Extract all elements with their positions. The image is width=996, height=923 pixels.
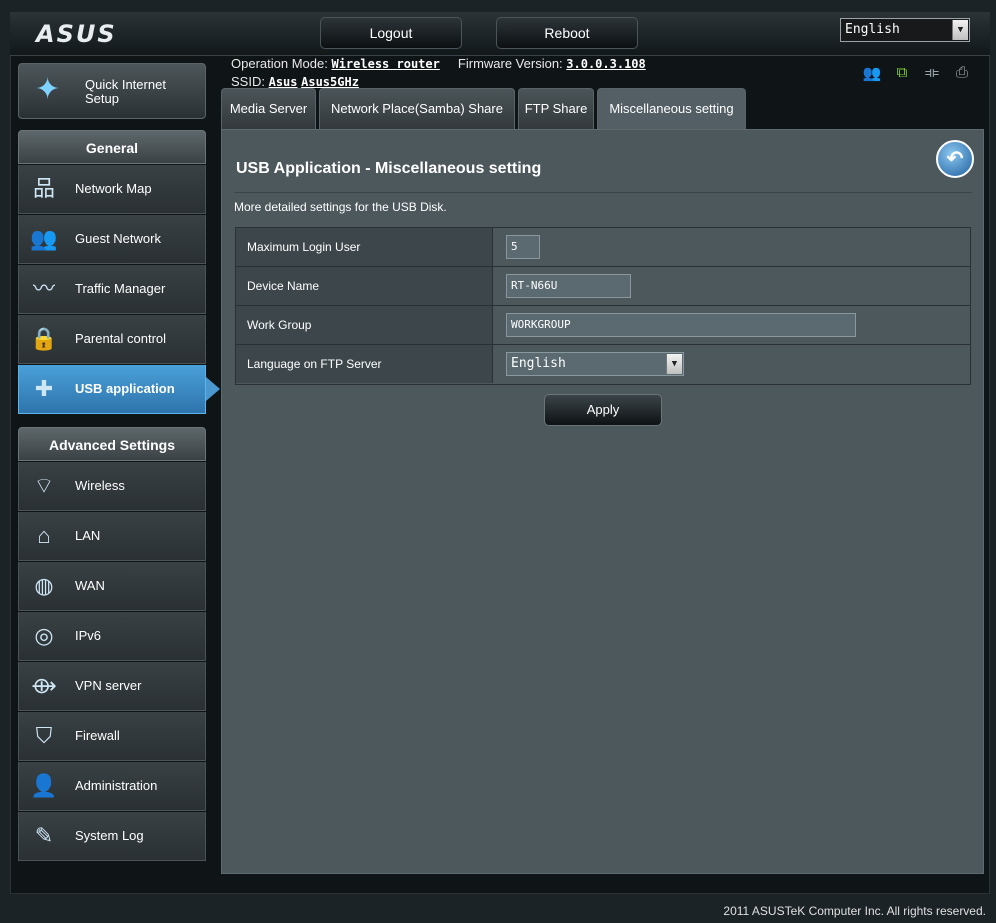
table-row: Language on FTP Server English ▼ — [236, 345, 970, 384]
sidebar-item-label: WAN — [75, 578, 105, 593]
ftp-language-select[interactable]: English ▼ — [506, 352, 684, 376]
sidebar-item-label: Administration — [75, 778, 158, 793]
field-cell: RT-N66U — [494, 267, 970, 305]
asus-logo: ASUS — [36, 20, 117, 48]
network-map-icon: 品 — [32, 176, 55, 201]
field-cell: English ▼ — [494, 345, 970, 383]
table-row: Work Group WORKGROUP — [236, 306, 970, 345]
status-icons: 👥 ⧉ ⟚ ⎙ — [862, 64, 972, 82]
sidebar-item-network-map[interactable]: 品 Network Map — [18, 165, 206, 214]
ftp-language-label: Language on FTP Server — [236, 345, 493, 383]
sidebar-item-label: Network Map — [75, 181, 152, 196]
table-row: Device Name RT-N66U — [236, 267, 970, 306]
field-cell: WORKGROUP — [494, 306, 970, 344]
field-cell: 5 — [494, 228, 970, 266]
firmware-label: Firmware Version: — [457, 56, 563, 71]
quick-setup-label: Quick Internet Setup — [85, 77, 166, 106]
page-title: USB Application - Miscellaneous setting — [236, 160, 542, 177]
magic-wand-icon: ✦ — [35, 73, 61, 106]
ftp-language-value: English — [511, 356, 566, 371]
sidebar-item-lan[interactable]: ⌂ LAN — [18, 512, 206, 561]
reboot-button[interactable]: Reboot — [496, 17, 638, 49]
vpn-icon: ⟴ — [31, 673, 57, 698]
footer-copyright: 2011 ASUSTeK Computer Inc. All rights re… — [723, 904, 986, 918]
usb-icon[interactable]: ⟚ — [922, 64, 942, 82]
sidebar-item-usb-application[interactable]: ✚ USB application — [18, 365, 220, 414]
traffic-manager-icon: 〰 — [32, 276, 55, 301]
shield-icon: ⛉ — [35, 723, 53, 748]
sidebar-item-label: Wireless — [75, 478, 125, 493]
device-name-input[interactable]: RT-N66U — [506, 274, 631, 298]
wifi-icon: ⌔ — [33, 473, 55, 498]
sidebar-item-ipv6[interactable]: ◎ IPv6 — [18, 612, 206, 661]
sidebar-item-label: VPN server — [75, 678, 142, 693]
firmware-link[interactable]: 3.0.0.3.108 — [566, 57, 645, 71]
settings-table: Maximum Login User 5 Device Name RT-N66U… — [235, 227, 971, 385]
puzzle-icon: ✚ — [34, 376, 54, 401]
general-heading: General — [18, 130, 206, 164]
language-select[interactable]: English ▼ — [840, 18, 970, 42]
sidebar-item-parental-control[interactable]: 🔒 Parental control — [18, 315, 206, 364]
sidebar-item-label: IPv6 — [75, 628, 102, 643]
main-panel: USB Application - Miscellaneous setting … — [221, 129, 984, 874]
tab-media-server[interactable]: Media Server — [221, 88, 316, 129]
sidebar-item-system-log[interactable]: ✎ System Log — [18, 812, 206, 861]
work-group-label: Work Group — [236, 306, 493, 344]
sidebar-item-label: Guest Network — [75, 231, 161, 246]
sidebar-item-label: Firewall — [75, 728, 120, 743]
language-select-value: English — [845, 22, 900, 37]
advanced-settings-heading: Advanced Settings — [18, 427, 206, 461]
lock-icon: 🔒 — [30, 326, 58, 351]
admin-icon: 👤 — [30, 773, 58, 798]
ssid-link-2[interactable]: Asus5GHz — [301, 75, 359, 89]
users-icon[interactable]: 👥 — [862, 64, 882, 82]
tab-miscellaneous-setting[interactable]: Miscellaneous setting — [597, 88, 746, 129]
globe-icon: ◍ — [34, 573, 54, 598]
back-arrow-icon[interactable]: ↶ — [936, 140, 974, 178]
operation-mode-link[interactable]: Wireless router — [331, 57, 439, 71]
sidebar-item-label: LAN — [75, 528, 101, 543]
sidebar-item-traffic-manager[interactable]: 〰 Traffic Manager — [18, 265, 206, 314]
network-active-icon[interactable]: ⧉ — [892, 64, 912, 82]
ipv6-icon: ◎ — [34, 623, 54, 648]
sidebar-item-label: USB application — [75, 381, 175, 396]
log-icon: ✎ — [34, 823, 54, 848]
sidebar-item-label: System Log — [75, 828, 144, 843]
max-login-user-input[interactable]: 5 — [506, 235, 540, 259]
work-group-input[interactable]: WORKGROUP — [506, 313, 856, 337]
device-name-label: Device Name — [236, 267, 493, 305]
sidebar-item-label: Traffic Manager — [75, 281, 166, 296]
quick-internet-setup-button[interactable]: ✦ Quick Internet Setup — [18, 63, 206, 119]
guest-network-icon: 👥 — [30, 226, 58, 251]
operation-mode-label: Operation Mode: — [231, 56, 328, 71]
tab-ftp-share[interactable]: FTP Share — [518, 88, 594, 129]
chevron-down-icon[interactable]: ▼ — [952, 20, 968, 40]
title-divider — [234, 192, 972, 193]
ssid-link-1[interactable]: Asus — [269, 75, 298, 89]
table-row: Maximum Login User 5 — [236, 228, 970, 267]
sidebar-item-wan[interactable]: ◍ WAN — [18, 562, 206, 611]
tab-samba-share[interactable]: Network Place(Samba) Share — [319, 88, 515, 129]
printer-icon[interactable]: ⎙ — [952, 64, 972, 82]
sidebar-item-administration[interactable]: 👤 Administration — [18, 762, 206, 811]
sidebar-item-label: Parental control — [75, 331, 167, 346]
ssid-label: SSID: — [231, 74, 265, 89]
apply-button[interactable]: Apply — [544, 394, 662, 426]
router-info: Operation Mode: Wireless router Firmware… — [231, 55, 646, 91]
sidebar-item-guest-network[interactable]: 👥 Guest Network — [18, 215, 206, 264]
sidebar-item-wireless[interactable]: ⌔ Wireless — [18, 462, 206, 511]
chevron-down-icon[interactable]: ▼ — [666, 354, 682, 374]
max-login-user-label: Maximum Login User — [236, 228, 493, 266]
logout-button[interactable]: Logout — [320, 17, 462, 49]
sidebar-item-vpn-server[interactable]: ⟴ VPN server — [18, 662, 206, 711]
sidebar-item-firewall[interactable]: ⛉ Firewall — [18, 712, 206, 761]
page-description: More detailed settings for the USB Disk. — [234, 200, 447, 214]
home-icon: ⌂ — [37, 523, 51, 548]
